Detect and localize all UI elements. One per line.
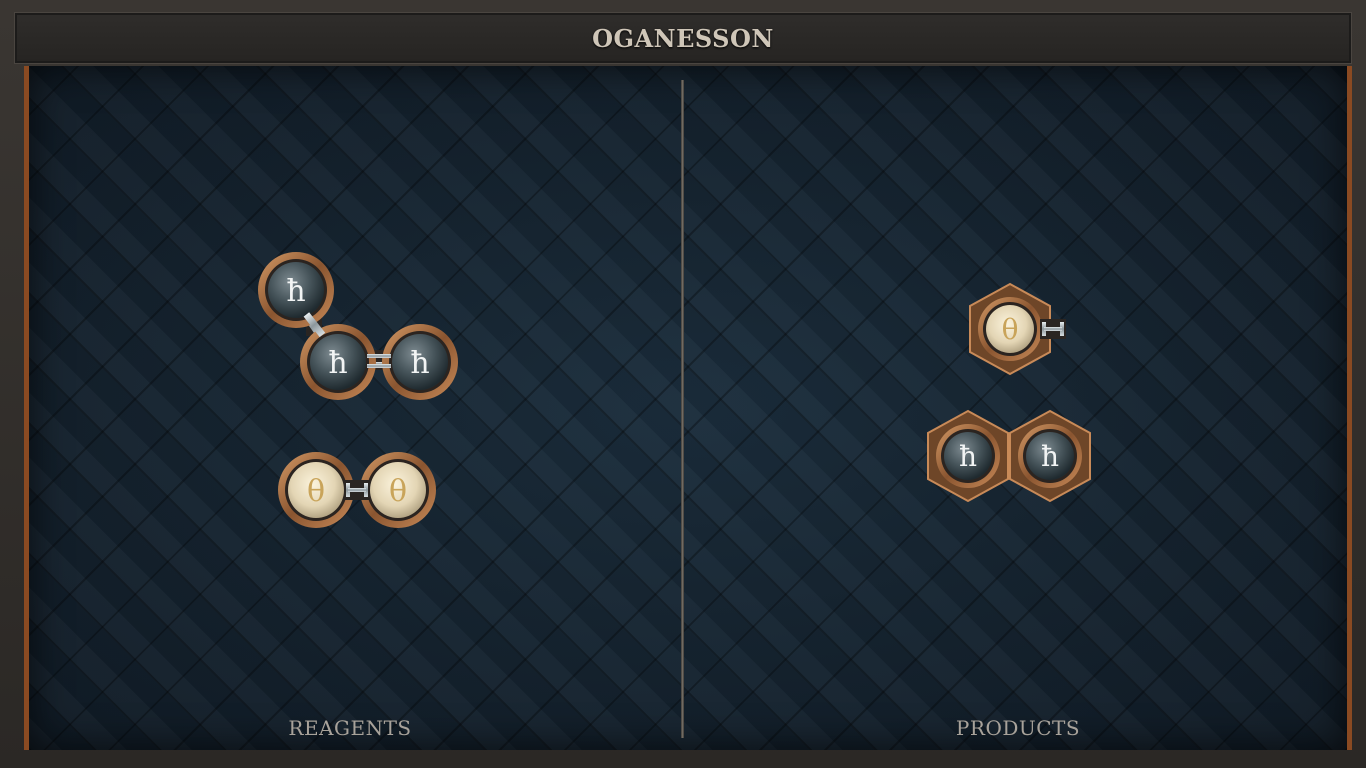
hydrogen-atom: ħ: [936, 424, 1000, 488]
hydrogen-symbol-icon: ħ: [1041, 440, 1059, 473]
reagent-molecule-hydrogen-chain[interactable]: ħ ħ ħ: [258, 252, 458, 400]
oxygen-symbol-icon: θ: [1002, 313, 1019, 346]
product-molecule-oxygen: θ: [969, 282, 1066, 376]
reagents-label: REAGENTS: [288, 716, 412, 740]
hydrogen-symbol-icon: ħ: [410, 346, 429, 381]
bond-stub: [1040, 319, 1066, 339]
molecule-layer: ħ ħ ħ θ θ θ ħ ħ: [258, 252, 1091, 528]
products-label: PRODUCTS: [955, 716, 1081, 740]
oxygen-symbol-icon: θ: [389, 474, 407, 509]
bond-line: [367, 364, 391, 368]
hydrogen-atom: ħ: [258, 252, 334, 328]
oxygen-symbol-icon: θ: [307, 474, 325, 509]
oxygen-atom: θ: [360, 452, 436, 528]
hydrogen-atom: ħ: [300, 324, 376, 400]
product-molecule-hydrogen-pair: ħ ħ: [927, 409, 1091, 503]
hydrogen-symbol-icon: ħ: [286, 274, 305, 309]
reagent-molecule-oxygen-pair[interactable]: θ θ: [278, 452, 436, 528]
oxygen-atom: θ: [278, 452, 354, 528]
hydrogen-symbol-icon: ħ: [959, 440, 977, 473]
hydrogen-symbol-icon: ħ: [328, 346, 347, 381]
hydrogen-atom: ħ: [1018, 424, 1082, 488]
hydrogen-atom: ħ: [382, 324, 458, 400]
bond: [344, 480, 370, 500]
bond-line: [367, 354, 391, 358]
